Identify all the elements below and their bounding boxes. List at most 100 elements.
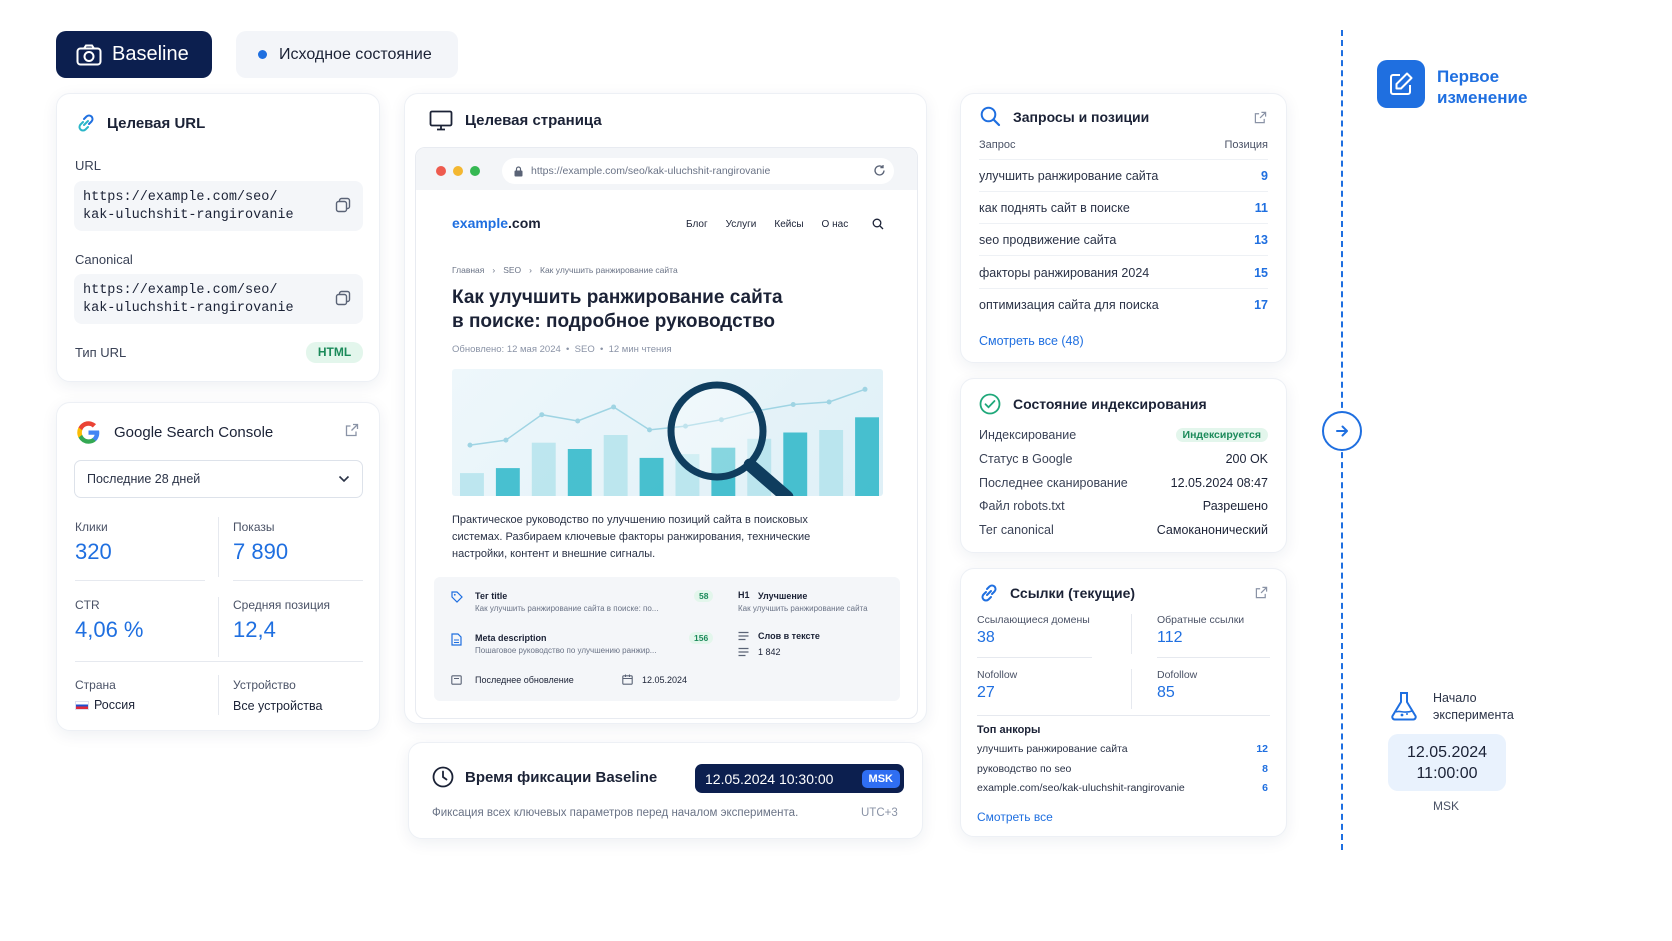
backlinks-value: 112 xyxy=(1157,629,1183,646)
crumb-seo[interactable]: SEO xyxy=(503,265,521,275)
start-tz: MSK xyxy=(1433,799,1460,813)
external-link-icon[interactable] xyxy=(1254,111,1267,124)
last-update-value: 12.05.2024 xyxy=(642,675,688,685)
divider xyxy=(218,597,219,657)
query-row[interactable]: улучшить ранжирование сайта 9 xyxy=(979,160,1268,192)
crumb-home[interactable]: Главная xyxy=(452,265,484,275)
start-line-2: эксперимента xyxy=(1433,708,1514,722)
hero-bar xyxy=(855,417,879,496)
first-change-line-2: изменение xyxy=(1437,88,1528,107)
index-row: Файл robots.txt Разрешено xyxy=(979,499,1268,513)
article-paragraph: Практическое руководство по улучшению по… xyxy=(452,512,810,563)
tag-title-label: Тег title xyxy=(475,591,508,601)
target-url-card: Целевая URL URL https://example.com/seo/… xyxy=(56,93,380,382)
anchor-row: example.com/seo/kak-uluchshit-rangirovan… xyxy=(977,782,1268,794)
query-row[interactable]: факторы ранжирования 2024 15 xyxy=(979,257,1268,289)
nav-cases[interactable]: Кейсы xyxy=(774,219,803,230)
dofollow-label: Dofollow xyxy=(1157,669,1198,681)
address-value: https://example.com/seo/kak-uluchshit-ra… xyxy=(531,165,771,177)
paragraph-line-3: настройки, контент и внешние сигналы. xyxy=(452,548,656,560)
h1-tag-icon: H1 xyxy=(738,590,750,600)
ref-domains-label: Ссылающиеся домены xyxy=(977,614,1090,626)
meta-desc-count: 156 xyxy=(689,632,714,644)
queries-see-all[interactable]: Смотреть все (48) xyxy=(979,334,1084,348)
canonical-field[interactable]: https://example.com/seo/ kak-uluchshit-r… xyxy=(74,274,363,324)
minimize-dot[interactable] xyxy=(453,166,463,176)
flask-icon xyxy=(1391,692,1417,721)
maximize-dot[interactable] xyxy=(470,166,480,176)
hero-point xyxy=(790,402,796,407)
ref-domains-value: 38 xyxy=(977,629,995,646)
external-link-icon[interactable] xyxy=(345,423,359,437)
hero-point xyxy=(611,404,617,410)
edit-icon xyxy=(1390,72,1413,95)
h1-value: Как улучшить ранжирование сайта xyxy=(738,604,868,613)
search-icon[interactable] xyxy=(872,218,884,230)
external-link-icon[interactable] xyxy=(1255,586,1268,599)
divider xyxy=(1131,669,1132,709)
check-circle-icon xyxy=(979,393,1001,415)
query-row[interactable]: как поднять сайт в поиске 11 xyxy=(979,192,1268,224)
query-row[interactable]: оптимизация сайта для поиска 17 xyxy=(979,289,1268,321)
baseline-pill[interactable]: Baseline xyxy=(56,31,212,78)
divider xyxy=(218,517,219,577)
google-icon xyxy=(77,421,100,444)
close-dot[interactable] xyxy=(436,166,446,176)
arrow-right-icon xyxy=(1336,425,1348,437)
index-row: Тег canonical Самоканонический xyxy=(979,523,1268,537)
url-type-badge: HTML xyxy=(306,342,363,363)
first-change-icon[interactable] xyxy=(1377,60,1425,108)
impressions-label: Показы xyxy=(233,520,275,534)
indexing-title: Состояние индексирования xyxy=(1013,396,1207,412)
copy-icon[interactable] xyxy=(335,197,351,213)
browser-frame: https://example.com/seo/kak-uluchshit-ra… xyxy=(415,147,918,719)
indexing-card: Состояние индексирования Индексирование И… xyxy=(960,378,1287,553)
timeline-next-button[interactable] xyxy=(1322,411,1362,451)
site-logo[interactable]: example.com xyxy=(452,215,541,231)
tag-title-value: Как улучшить ранжирование сайта в поиске… xyxy=(475,604,659,613)
lock-icon xyxy=(514,165,523,176)
index-row: Статус в Google 200 OK xyxy=(979,452,1268,466)
nav-about[interactable]: О нас xyxy=(822,219,849,230)
target-page-title: Целевая страница xyxy=(465,112,602,129)
copy-icon[interactable] xyxy=(335,290,351,306)
divider xyxy=(1157,657,1270,658)
nav-blog[interactable]: Блог xyxy=(686,219,708,230)
divider xyxy=(977,657,1092,658)
tag-icon xyxy=(451,591,463,603)
dofollow-value: 85 xyxy=(1157,684,1175,701)
state-pill: Исходное состояние xyxy=(236,31,458,78)
hero-point xyxy=(826,399,832,405)
calendar-small-icon xyxy=(451,675,462,685)
divider xyxy=(218,675,219,715)
query-row[interactable]: seo продвижение сайта 13 xyxy=(979,224,1268,256)
hero-point xyxy=(467,442,473,448)
backlinks-label: Обратные ссылки xyxy=(1157,614,1245,626)
device-label: Устройство xyxy=(233,678,296,692)
queries-header: Запрос Позиция xyxy=(979,139,1268,151)
nav-services[interactable]: Услуги xyxy=(726,219,757,230)
index-row: Индексирование Индексируется xyxy=(979,428,1268,442)
hero-point xyxy=(647,427,652,433)
hero-bar xyxy=(531,442,556,496)
hero-point xyxy=(503,437,509,443)
start-time: 11:00:00 xyxy=(1416,765,1478,782)
breadcrumb: Главная › SEO › Как улучшить ранжирование … xyxy=(452,265,678,275)
logo-main: example xyxy=(452,215,509,231)
url-type-label: Тип URL xyxy=(75,345,127,360)
article-heading: Как улучшить ранжирование сайта в поиске… xyxy=(452,286,783,334)
url-field[interactable]: https://example.com/seo/ kak-uluchshit-r… xyxy=(74,181,363,231)
impressions-value: 7 890 xyxy=(233,539,289,564)
meta-desc-label: Meta description xyxy=(475,633,547,643)
reload-icon[interactable] xyxy=(873,164,886,177)
anchors-title: Топ анкоры xyxy=(977,724,1041,736)
period-select[interactable]: Последние 28 дней xyxy=(74,460,363,498)
fix-time-card: Время фиксации Baseline 12.05.2024 10:30… xyxy=(408,742,923,839)
country-value: Россия xyxy=(94,698,135,712)
address-bar[interactable]: https://example.com/seo/kak-uluchshit-ra… xyxy=(502,158,894,184)
fix-utc: UTC+3 xyxy=(861,807,898,819)
links-see-all[interactable]: Смотреть все xyxy=(977,810,1053,824)
hero-bar xyxy=(567,449,592,496)
divider xyxy=(977,715,1270,716)
start-date: 12.05.2024 xyxy=(1406,744,1488,761)
